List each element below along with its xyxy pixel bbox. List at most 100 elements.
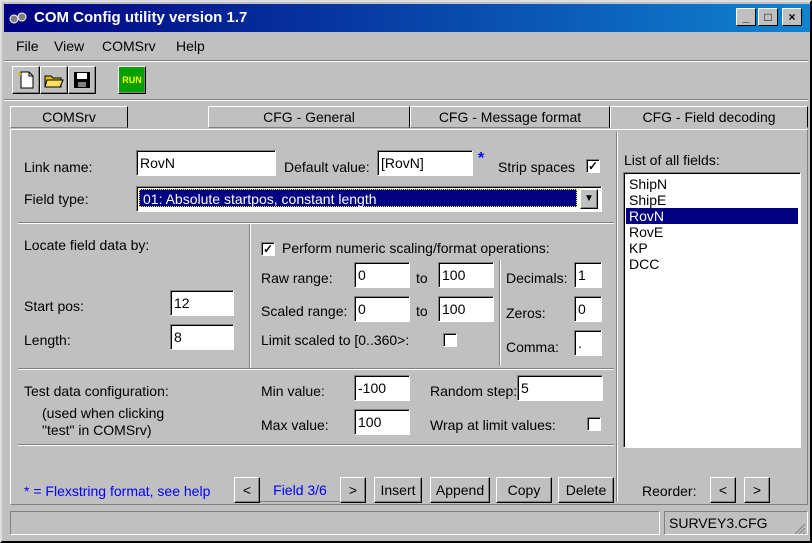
tab-cfg-field-decoding[interactable]: CFG - Field decoding	[610, 106, 808, 128]
max-value-label: Max value:	[261, 417, 329, 433]
app-window: COM Config utility version 1.7 _ □ × Fil…	[0, 0, 812, 543]
save-disk-icon	[74, 72, 90, 88]
reorder-left-button[interactable]: <	[710, 477, 736, 503]
maximize-button[interactable]: □	[758, 8, 778, 26]
next-field-button[interactable]: >	[340, 477, 366, 503]
fields-list-items: ShipN ShipE RovN RovE KP DCC	[626, 176, 798, 272]
app-icon	[9, 12, 27, 24]
zeros-label: Zeros:	[506, 305, 546, 321]
length-label: Length:	[24, 332, 71, 348]
open-button[interactable]	[40, 66, 68, 94]
fields-list-item[interactable]: RovN	[626, 208, 798, 224]
flexstring-note: * = Flexstring format, see help	[24, 483, 211, 499]
limit-scaled-label: Limit scaled to [0..360>:	[261, 332, 410, 348]
fields-list-item[interactable]: DCC	[626, 256, 798, 272]
section-divider-2	[18, 368, 614, 370]
comma-label: Comma:	[506, 339, 559, 355]
wrap-limit-checkbox[interactable]	[587, 417, 601, 431]
fields-list[interactable]: ShipN ShipE RovN RovE KP DCC	[623, 172, 801, 448]
close-icon: ×	[788, 10, 796, 24]
format-vertical-divider	[499, 260, 501, 366]
field-type-value: 01: Absolute startpos, constant length	[139, 189, 577, 207]
field-type-dropdown-button[interactable]: ▼	[580, 189, 598, 209]
fields-list-item[interactable]: ShipE	[626, 192, 798, 208]
fields-list-item[interactable]: ShipN	[626, 176, 798, 192]
menu-divider	[4, 60, 808, 62]
reorder-right-button[interactable]: >	[744, 477, 770, 503]
list-vertical-divider	[616, 132, 618, 502]
status-file: SURVEY3.CFG	[664, 511, 808, 535]
fields-list-label: List of all fields:	[624, 152, 720, 168]
prev-field-button[interactable]: <	[234, 477, 260, 503]
min-value-label: Min value:	[261, 383, 325, 399]
dropdown-arrow-icon: ▼	[584, 193, 594, 204]
link-name-label: Link name:	[24, 159, 93, 175]
section-divider-1	[18, 222, 614, 224]
window-title: COM Config utility version 1.7	[34, 9, 248, 26]
fields-list-item[interactable]: KP	[626, 240, 798, 256]
tab-cfg-general[interactable]: CFG - General	[208, 106, 410, 128]
perform-scaling-label: Perform numeric scaling/format operation…	[282, 240, 550, 256]
append-button[interactable]: Append	[430, 477, 490, 503]
wrap-limit-label: Wrap at limit values:	[430, 417, 556, 433]
length-input[interactable]: 8	[170, 324, 234, 350]
fields-list-item[interactable]: RovE	[626, 224, 798, 240]
decimals-label: Decimals:	[506, 270, 568, 286]
comma-input[interactable]: .	[574, 330, 602, 356]
new-button[interactable]	[12, 66, 40, 94]
decimals-input[interactable]: 1	[574, 262, 602, 288]
copy-button[interactable]: Copy	[496, 477, 552, 503]
scaled-to-input[interactable]: 100	[438, 296, 494, 322]
open-folder-icon	[44, 75, 64, 88]
section-vertical-divider	[249, 224, 251, 368]
menu-comsrv[interactable]: COMSrv	[102, 38, 156, 54]
minimize-icon: _	[742, 10, 750, 24]
locate-label: Locate field data by:	[24, 237, 150, 253]
scaled-from-input[interactable]: 0	[354, 296, 410, 322]
random-step-input[interactable]: 5	[517, 375, 603, 401]
title-bar[interactable]: COM Config utility version 1.7 _ □ ×	[4, 4, 810, 32]
field-type-select[interactable]: 01: Absolute startpos, constant length ▼	[136, 186, 602, 212]
resize-grip-icon[interactable]	[794, 523, 806, 535]
new-file-icon	[18, 71, 34, 89]
raw-to-label: to	[416, 270, 428, 286]
field-type-label: Field type:	[24, 191, 89, 207]
default-value-input[interactable]: [RovN]	[377, 150, 473, 176]
perform-scaling-checkbox[interactable]: ✓	[261, 242, 275, 256]
link-name-input[interactable]: RovN	[136, 150, 276, 176]
zeros-input[interactable]: 0	[574, 296, 602, 322]
max-value-input[interactable]: 100	[354, 409, 410, 435]
default-value-label: Default value:	[284, 159, 370, 175]
section-divider-3	[18, 444, 614, 446]
field-counter: Field 3/6	[260, 479, 340, 502]
insert-button[interactable]: Insert	[374, 477, 422, 503]
test-note-line1: (used when clicking	[42, 405, 165, 421]
test-note-line2: "test" in COMSrv)	[42, 422, 152, 438]
test-config-label: Test data configuration:	[24, 383, 169, 399]
raw-to-input[interactable]: 100	[438, 262, 494, 288]
strip-spaces-checkbox[interactable]: ✓	[586, 159, 600, 173]
start-pos-label: Start pos:	[24, 298, 84, 314]
maximize-icon: □	[764, 10, 772, 24]
start-pos-input[interactable]: 12	[170, 290, 234, 316]
tab-cfg-message-format[interactable]: CFG - Message format	[410, 106, 610, 128]
menu-file[interactable]: File	[16, 38, 39, 54]
menu-help[interactable]: Help	[176, 38, 205, 54]
run-button[interactable]: RUN	[118, 66, 146, 94]
toolbar-divider	[4, 99, 808, 101]
random-step-label: Random step:	[430, 383, 518, 399]
save-button[interactable]	[68, 66, 96, 94]
scaled-to-label: to	[416, 303, 428, 319]
limit-scaled-checkbox[interactable]	[443, 333, 457, 347]
raw-from-input[interactable]: 0	[354, 262, 410, 288]
strip-spaces-label: Strip spaces	[498, 159, 576, 175]
scaled-range-label: Scaled range:	[261, 303, 348, 319]
close-button[interactable]: ×	[782, 8, 802, 26]
delete-button[interactable]: Delete	[558, 477, 614, 503]
minimize-button[interactable]: _	[736, 8, 756, 26]
min-value-input[interactable]: -100	[354, 375, 410, 401]
menu-view[interactable]: View	[54, 38, 84, 54]
status-bar-main	[10, 511, 660, 535]
tab-comsrv[interactable]: COMSrv	[10, 106, 128, 128]
flexstring-asterisk: *	[478, 150, 485, 167]
